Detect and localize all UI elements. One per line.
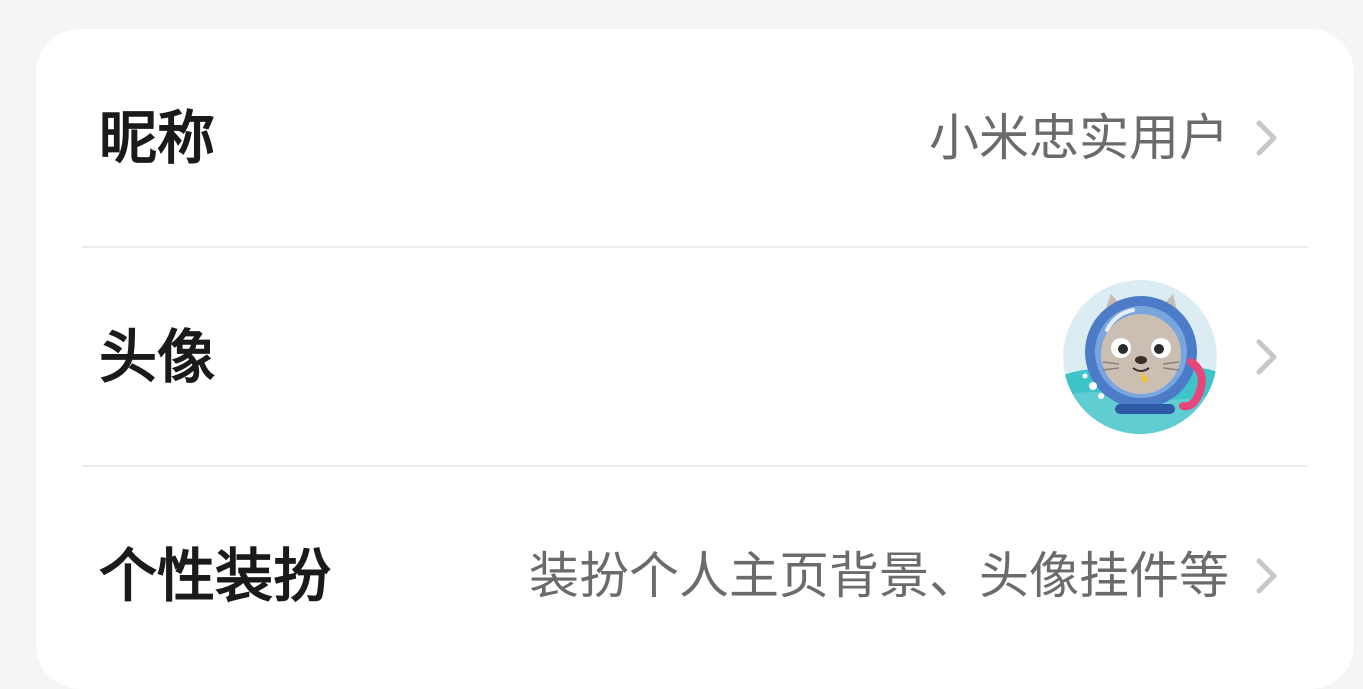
personal-decoration-row[interactable]: 个性装扮 装扮个人主页背景、头像挂件等 [36,467,1354,685]
settings-card: 昵称 小米忠实用户 头像 个性装扮 装扮个人主页背景、头像挂件等 [36,29,1354,689]
nickname-label: 昵称 [99,104,216,172]
cat-astronaut-avatar [1063,280,1217,434]
avatar[interactable] [1063,280,1217,434]
chevron-right-icon [1256,339,1277,375]
avatar-label: 头像 [99,323,216,391]
personal-decoration-value: 装扮个人主页背景、头像挂件等 [529,547,1229,605]
chevron-right-icon [1256,558,1277,594]
nickname-row[interactable]: 昵称 小米忠实用户 [36,29,1354,247]
chevron-right-icon [1256,120,1277,156]
personal-decoration-label: 个性装扮 [99,542,332,610]
avatar-row[interactable]: 头像 [36,248,1354,466]
nickname-value: 小米忠实用户 [929,109,1229,167]
